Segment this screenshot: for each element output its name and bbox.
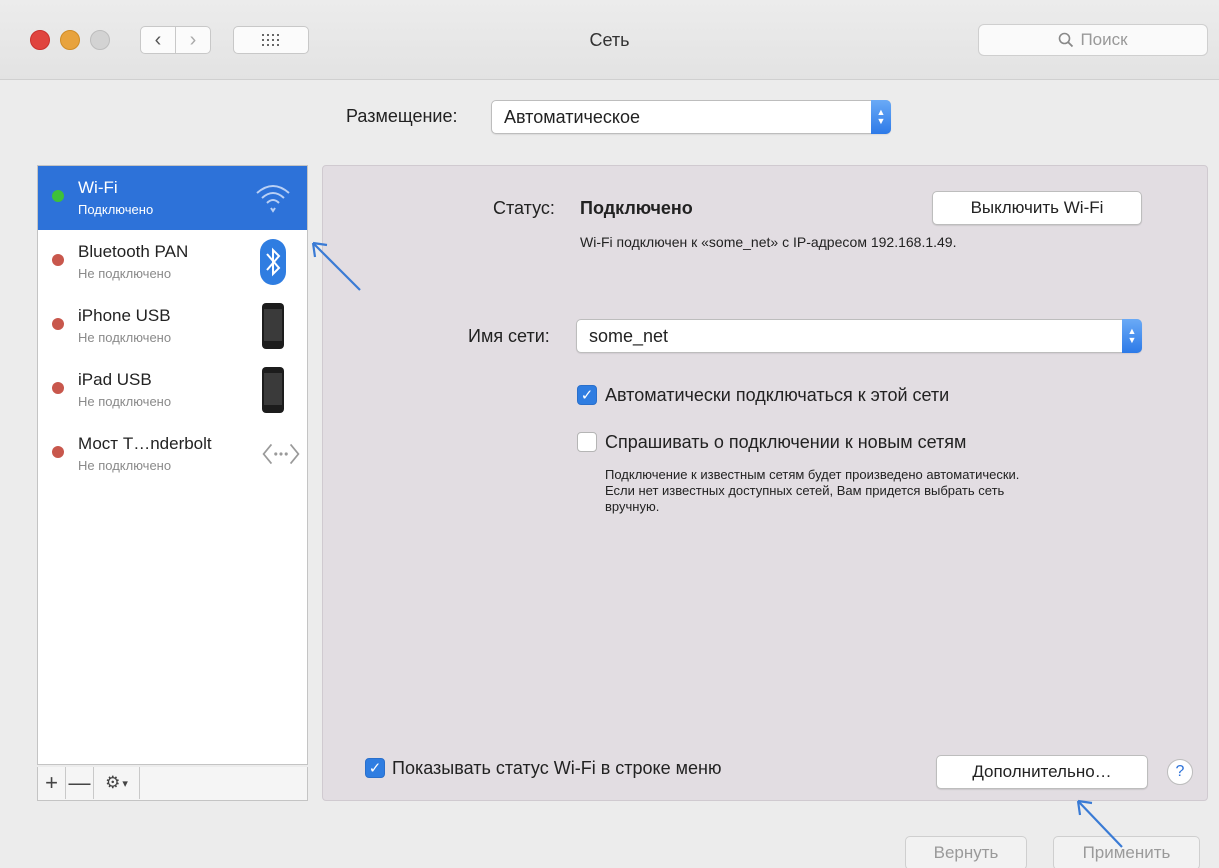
bridge-icon xyxy=(261,430,301,478)
service-status: Не подключено xyxy=(78,266,172,281)
status-dot xyxy=(52,190,64,202)
network-name-label: Имя сети: xyxy=(468,326,550,346)
service-list-toolbar: + — ⚙ ▾ xyxy=(37,767,308,801)
advanced-button[interactable]: Дополнительно… xyxy=(936,755,1148,789)
service-name: Bluetooth PAN xyxy=(78,242,189,261)
search-icon xyxy=(1059,32,1074,48)
actions-menu-button[interactable]: ⚙ ▾ xyxy=(94,767,140,799)
checkmark-icon: ✓ xyxy=(368,760,382,777)
location-value: Автоматическое xyxy=(504,106,641,127)
status-dot xyxy=(52,318,64,330)
status-label: Статус: xyxy=(493,198,555,218)
service-status: Не подключено xyxy=(78,458,172,473)
show-status-label: Показывать статус Wi-Fi в строке меню xyxy=(392,758,722,778)
location-popup[interactable]: Автоматическое ▲ ▼ xyxy=(491,100,891,134)
title-bar: ‹ › Сеть Поиск xyxy=(0,0,1219,80)
service-name: Мост T…nderbolt xyxy=(78,434,212,453)
service-item-thunderbolt-bridge[interactable]: Мост T…nderbolt Не подключено xyxy=(38,422,307,486)
gear-icon: ⚙ xyxy=(105,773,121,792)
status-value: Подключено xyxy=(580,198,693,218)
status-dot xyxy=(52,382,64,394)
annotation-arrow xyxy=(1076,799,1123,848)
bluetooth-icon xyxy=(253,238,293,286)
status-detail: Wi-Fi подключен к «some_net» с IP-адресо… xyxy=(580,234,957,250)
service-list: Wi-Fi Подключено Bluetooth PAN Не подклю… xyxy=(37,165,308,765)
popup-arrows-icon: ▲ ▼ xyxy=(871,100,891,134)
service-item-iphone-usb[interactable]: iPhone USB Не подключено xyxy=(38,294,307,358)
service-item-wifi[interactable]: Wi-Fi Подключено xyxy=(38,166,307,230)
ask-join-label: Спрашивать о подключении к новым сетям xyxy=(605,432,967,452)
status-dot xyxy=(52,254,64,266)
status-dot xyxy=(52,446,64,458)
annotation-arrow xyxy=(311,241,361,291)
auto-join-checkbox[interactable]: ✓ xyxy=(577,385,597,405)
popup-arrows-icon: ▲ ▼ xyxy=(1122,319,1142,353)
search-field[interactable]: Поиск xyxy=(978,24,1208,56)
service-name: Wi-Fi xyxy=(78,178,118,197)
service-status: Не подключено xyxy=(78,330,172,345)
revert-button[interactable]: Вернуть xyxy=(905,836,1027,868)
service-item-ipad-usb[interactable]: iPad USB Не подключено xyxy=(38,358,307,422)
ipad-icon xyxy=(253,366,293,414)
service-name: iPad USB xyxy=(78,370,152,389)
ask-join-checkbox[interactable] xyxy=(577,432,597,452)
help-button[interactable]: ? xyxy=(1167,759,1193,785)
service-item-bluetooth[interactable]: Bluetooth PAN Не подключено xyxy=(38,230,307,294)
service-name: iPhone USB xyxy=(78,306,171,325)
search-placeholder: Поиск xyxy=(1080,30,1128,49)
chevron-down-icon: ▾ xyxy=(122,777,128,790)
service-status: Подключено xyxy=(78,202,154,217)
add-service-button[interactable]: + xyxy=(38,767,66,799)
wifi-icon xyxy=(253,174,293,222)
network-name-popup[interactable]: some_net ▲ ▼ xyxy=(576,319,1142,353)
service-status: Не подключено xyxy=(78,394,172,409)
iphone-icon xyxy=(253,302,293,350)
checkmark-icon: ✓ xyxy=(580,387,594,404)
auto-join-label: Автоматически подключаться к этой сети xyxy=(605,385,950,405)
network-name-value: some_net xyxy=(589,325,669,346)
turn-off-wifi-button[interactable]: Выключить Wi-Fi xyxy=(932,191,1142,225)
location-label: Размещение: xyxy=(346,106,458,126)
show-status-checkbox[interactable]: ✓ xyxy=(365,758,385,778)
remove-service-button[interactable]: — xyxy=(66,767,94,799)
ask-join-note: Подключение к известным сетям будет прои… xyxy=(605,467,1020,514)
